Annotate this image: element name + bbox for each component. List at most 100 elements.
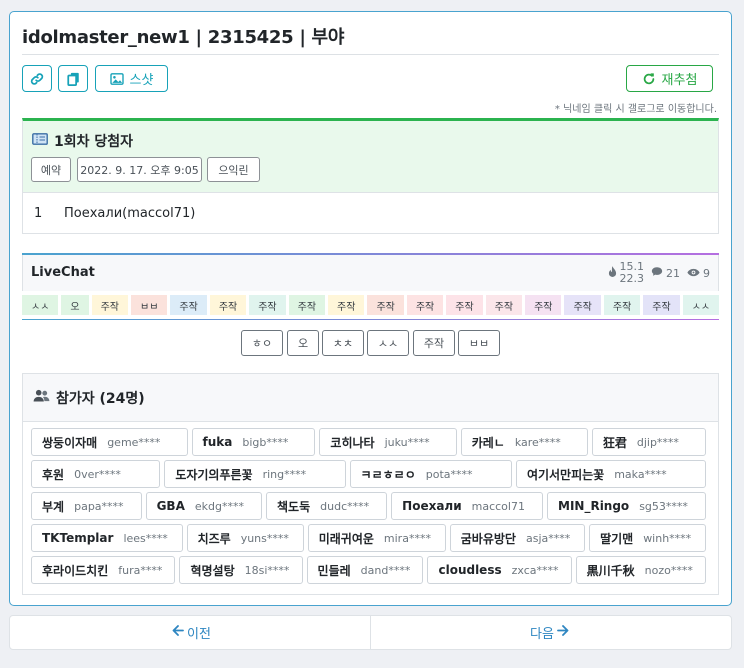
participant-chip[interactable]: 카레ㄴ kare**** (460, 428, 588, 456)
snapshot-label: 스샷 (129, 73, 154, 88)
participant-nickname[interactable]: 딸기맨 (600, 530, 633, 547)
participant-row: TKTemplar lees**** 치즈루 yuns**** 미래귀여운 mira***… (31, 524, 710, 552)
participant-nickname[interactable]: 후원 (42, 466, 64, 483)
participant-chip[interactable]: 쌍둥이자매 geme**** (31, 428, 188, 456)
redraw-button[interactable]: 재추첨 (626, 65, 713, 92)
participant-chip[interactable]: 코히나타 juku**** (319, 428, 457, 456)
livechat-chip: ㅂㅂ (131, 295, 168, 315)
participant-id: 0ver**** (74, 467, 121, 481)
participant-chip[interactable]: GBA ekdg**** (145, 492, 263, 520)
participant-chip[interactable]: TKTemplar lees**** (31, 524, 183, 552)
participant-chip[interactable]: 부계 papa**** (31, 492, 142, 520)
next-button[interactable]: 다음 (370, 616, 731, 649)
livechat-chip: 주작 (170, 295, 207, 315)
participant-nickname[interactable]: 카레ㄴ (472, 434, 505, 451)
quick-reply-button[interactable]: ㅎㅇ (241, 330, 283, 356)
copy-button[interactable] (58, 65, 88, 92)
participant-nickname[interactable]: 狂君 (603, 434, 627, 451)
livechat-chip: 주작 (367, 295, 404, 315)
participant-nickname[interactable]: 쌍둥이자매 (42, 434, 97, 451)
participant-chip[interactable]: 딸기맨 winh**** (589, 524, 706, 552)
participant-chip[interactable]: 민들레 dand**** (306, 556, 424, 584)
quick-reply-button[interactable]: 오 (287, 330, 319, 356)
participant-nickname[interactable]: 黒川千秋 (587, 562, 635, 579)
quick-reply-button[interactable]: ㅊㅊ (322, 330, 364, 356)
livechat-chip: 주작 (603, 295, 641, 315)
ticket-icon (32, 133, 54, 149)
snapshot-button[interactable]: 스샷 (95, 65, 168, 92)
participant-nickname[interactable]: cloudless (438, 563, 501, 577)
participant-chip[interactable]: 굼바유방단 asja**** (449, 524, 586, 552)
participant-nickname[interactable]: 도자기의푸른꽃 (175, 466, 252, 483)
participant-nickname[interactable]: 민들레 (318, 562, 351, 579)
winner-row[interactable]: 1 Поехали(maccol71) (34, 206, 195, 221)
participant-chip[interactable]: 후원 0ver**** (31, 460, 161, 488)
participant-nickname[interactable]: 굼바유방단 (461, 530, 516, 547)
participant-nickname[interactable]: fuka (203, 435, 233, 449)
participant-chip[interactable]: 여기서만피는꽃 maka**** (515, 460, 706, 488)
prev-label: 이전 (187, 627, 211, 642)
page-title: idolmaster_new1 | 2315425 | 부야 (22, 27, 345, 48)
livechat-stats: 15.1 22.3 21 9 (601, 261, 710, 285)
view-count: 9 (687, 267, 710, 280)
participant-nickname[interactable]: TKTemplar (42, 531, 113, 545)
link-icon (30, 72, 44, 86)
participant-chip[interactable]: MIN_Ringo sg53**** (547, 492, 706, 520)
participant-chip[interactable]: fuka bigb**** (191, 428, 316, 456)
participant-nickname[interactable]: Поехали (402, 499, 461, 513)
quick-reply-button[interactable]: ㅂㅂ (458, 330, 500, 356)
copy-link-button[interactable] (22, 65, 52, 92)
participant-nickname[interactable]: 치즈루 (198, 530, 231, 547)
participant-id: lees**** (123, 531, 168, 545)
participant-chip[interactable]: cloudless zxca**** (427, 556, 572, 584)
participant-row: 후원 0ver**** 도자기의푸른꽃 ring**** ㅋㄹㅎㄹㅇ pota**** 여기… (31, 460, 710, 488)
comment-count: 21 (651, 266, 680, 280)
participant-id: juku**** (384, 435, 430, 449)
participant-id: ekdg**** (194, 499, 244, 513)
participant-id: papa**** (74, 499, 124, 513)
livechat-chip: 주작 (249, 295, 286, 315)
participant-row: 후라이드치킨 fura**** 혁명설탕 18si**** 민들레 dand**** clo… (31, 556, 710, 584)
participant-nickname[interactable]: 부계 (42, 498, 64, 515)
participant-chip[interactable]: 후라이드치킨 fura**** (31, 556, 176, 584)
users-icon (33, 389, 56, 406)
participant-chip[interactable]: 도자기의푸른꽃 ring**** (164, 460, 346, 488)
participant-nickname[interactable]: 미래귀여운 (319, 530, 374, 547)
participant-id: nozo**** (644, 563, 693, 577)
participant-chip[interactable]: 黒川千秋 nozo**** (575, 556, 706, 584)
participant-row: 부계 papa**** GBA ekdg**** 책도둑 dudc**** Поехали m… (31, 492, 710, 520)
participant-nickname[interactable]: 코히나타 (330, 434, 374, 451)
quick-reply-button[interactable]: ㅅㅅ (367, 330, 409, 356)
participant-chip[interactable]: 狂君 djip**** (591, 428, 706, 456)
participant-nickname[interactable]: GBA (157, 499, 185, 513)
participants-title: 참가자 (24명) (56, 390, 145, 407)
livechat-chip: 주작 (564, 295, 601, 315)
participant-chip[interactable]: 미래귀여운 mira**** (307, 524, 446, 552)
tag-reserved: 예약 (31, 157, 71, 182)
prev-button[interactable]: 이전 (10, 616, 370, 649)
participant-id: ring**** (262, 467, 307, 481)
participant-nickname[interactable]: 여기서만피는꽃 (527, 466, 604, 483)
participant-nickname[interactable]: ㅋㄹㅎㄹㅇ (361, 466, 416, 483)
participant-nickname[interactable]: 책도둑 (277, 498, 310, 515)
livechat-chip: 주작 (643, 295, 680, 315)
heat-bottom: 22.3 (619, 272, 645, 285)
livechat-chip: 주작 (485, 295, 523, 315)
participant-chip[interactable]: ㅋㄹㅎㄹㅇ pota**** (349, 460, 512, 488)
copy-icon (66, 72, 80, 86)
participant-nickname[interactable]: MIN_Ringo (558, 499, 629, 513)
participant-id: pota**** (425, 467, 473, 481)
participant-nickname[interactable]: 혁명설탕 (190, 562, 234, 579)
participant-chip[interactable]: Поехали maccol71 (391, 492, 543, 520)
winner-name[interactable]: Поехали(maccol71) (64, 206, 195, 221)
participant-chip[interactable]: 치즈루 yuns**** (186, 524, 304, 552)
quick-reply-button[interactable]: 주작 (413, 330, 455, 356)
arrow-left-icon (169, 625, 187, 640)
livechat-header: LiveChat 15.1 22.3 21 9 (22, 255, 719, 291)
livechat-chip: 주작 (288, 295, 326, 315)
tag-datetime: 2022. 9. 17. 오후 9:05 (77, 157, 202, 182)
eye-icon (687, 267, 703, 280)
participant-nickname[interactable]: 후라이드치킨 (42, 562, 108, 579)
participant-chip[interactable]: 혁명설탕 18si**** (179, 556, 303, 584)
participant-chip[interactable]: 책도둑 dudc**** (266, 492, 388, 520)
